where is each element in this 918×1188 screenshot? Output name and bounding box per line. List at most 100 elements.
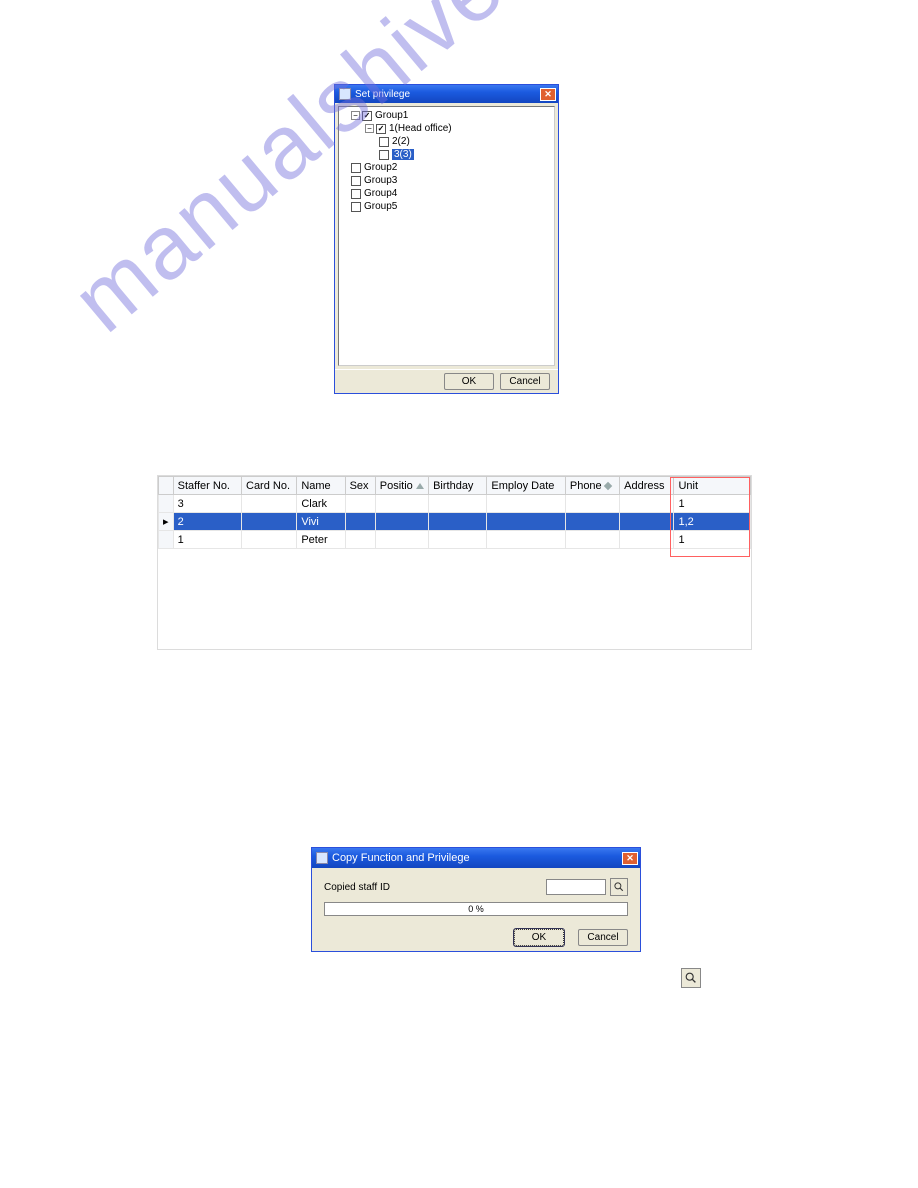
lookup-button[interactable] — [610, 878, 628, 896]
progress-bar: 0 % — [324, 902, 628, 916]
col-name[interactable]: Name — [297, 477, 345, 495]
cell-unit: 1 — [674, 495, 751, 513]
tree-label: Group3 — [364, 175, 397, 186]
col-unit[interactable]: Unit — [674, 477, 751, 495]
window-icon — [339, 88, 351, 100]
tree-label: 2(2) — [392, 136, 410, 147]
table-header-row: Staffer No. Card No. Name Sex Positio Bi… — [159, 477, 751, 495]
cell-birthday — [429, 531, 487, 549]
cell-position — [375, 495, 428, 513]
dialog-footer: OK Cancel — [335, 369, 558, 393]
ok-button[interactable]: OK — [444, 373, 494, 390]
row-indicator — [159, 495, 174, 513]
staff-table[interactable]: Staffer No. Card No. Name Sex Positio Bi… — [158, 476, 751, 549]
search-icon — [613, 881, 625, 893]
checkbox[interactable] — [379, 137, 389, 147]
cell-address — [620, 513, 674, 531]
staff-table-container: Staffer No. Card No. Name Sex Positio Bi… — [157, 475, 752, 650]
checkbox[interactable] — [376, 124, 386, 134]
progress-text: 0 % — [468, 904, 484, 914]
checkbox[interactable] — [351, 189, 361, 199]
row-indicator — [159, 531, 174, 549]
tree-node-group4[interactable]: Group4 — [341, 187, 552, 200]
tree-node-headoffice[interactable]: − 1(Head office) — [341, 122, 552, 135]
col-employ[interactable]: Employ Date — [487, 477, 565, 495]
cell-phone — [565, 495, 619, 513]
ok-button[interactable]: OK — [514, 929, 564, 946]
col-phone[interactable]: Phone — [565, 477, 619, 495]
staff-id-input[interactable] — [546, 879, 606, 895]
cell-sex — [345, 513, 375, 531]
tree-node-item2[interactable]: 2(2) — [341, 135, 552, 148]
dialog-body: − Group1 − 1(Head office) 2(2) 3(3) Grou… — [335, 103, 558, 369]
cell-staffer: 2 — [173, 513, 241, 531]
tree-node-group1[interactable]: − Group1 — [341, 109, 552, 122]
copy-function-dialog: Copy Function and Privilege ✕ Copied sta… — [311, 847, 641, 952]
col-birthday[interactable]: Birthday — [429, 477, 487, 495]
col-address[interactable]: Address — [620, 477, 674, 495]
cell-staffer: 1 — [173, 531, 241, 549]
checkbox[interactable] — [351, 202, 361, 212]
cell-position — [375, 513, 428, 531]
close-icon[interactable]: ✕ — [540, 88, 556, 101]
col-card[interactable]: Card No. — [242, 477, 297, 495]
cell-employ — [487, 495, 565, 513]
cell-unit: 1 — [674, 531, 751, 549]
cell-sex — [345, 495, 375, 513]
tree-node-group5[interactable]: Group5 — [341, 200, 552, 213]
cell-card — [242, 531, 297, 549]
table-row[interactable]: ▸ 2 Vivi 1,2 — [159, 513, 751, 531]
cell-birthday — [429, 495, 487, 513]
cancel-button[interactable]: Cancel — [578, 929, 628, 946]
checkbox[interactable] — [379, 150, 389, 160]
col-position[interactable]: Positio — [375, 477, 428, 495]
tree-label: 1(Head office) — [389, 123, 452, 134]
dialog-titlebar[interactable]: Set privilege ✕ — [335, 85, 558, 103]
tree-label: 3(3) — [392, 149, 414, 160]
dialog-footer: OK Cancel — [312, 923, 640, 951]
collapse-icon[interactable]: − — [351, 111, 360, 120]
staff-id-label: Copied staff ID — [324, 882, 546, 893]
window-icon — [316, 852, 328, 864]
staff-id-row: Copied staff ID — [324, 878, 628, 896]
tree-node-group3[interactable]: Group3 — [341, 174, 552, 187]
cell-phone — [565, 513, 619, 531]
cell-name: Peter — [297, 531, 345, 549]
tree-label: Group5 — [364, 201, 397, 212]
collapse-icon[interactable]: − — [365, 124, 374, 133]
cell-unit: 1,2 — [674, 513, 751, 531]
cell-name: Clark — [297, 495, 345, 513]
lookup-button-standalone[interactable] — [681, 968, 701, 988]
cell-card — [242, 495, 297, 513]
checkbox[interactable] — [362, 111, 372, 121]
col-staffer[interactable]: Staffer No. — [173, 477, 241, 495]
checkbox[interactable] — [351, 176, 361, 186]
dialog-title: Copy Function and Privilege — [332, 852, 622, 864]
cell-birthday — [429, 513, 487, 531]
cell-address — [620, 531, 674, 549]
close-icon[interactable]: ✕ — [622, 852, 638, 865]
set-privilege-dialog: Set privilege ✕ − Group1 − 1(Head office… — [334, 84, 559, 394]
cell-card — [242, 513, 297, 531]
checkbox[interactable] — [351, 163, 361, 173]
tree-label: Group2 — [364, 162, 397, 173]
tree-label: Group4 — [364, 188, 397, 199]
cell-address — [620, 495, 674, 513]
tree-node-item3[interactable]: 3(3) — [341, 148, 552, 161]
dialog-titlebar[interactable]: Copy Function and Privilege ✕ — [312, 848, 640, 868]
table-row[interactable]: 1 Peter 1 — [159, 531, 751, 549]
privilege-tree[interactable]: − Group1 − 1(Head office) 2(2) 3(3) Grou… — [338, 106, 555, 366]
table-row[interactable]: 3 Clark 1 — [159, 495, 751, 513]
row-header-blank — [159, 477, 174, 495]
dialog-title: Set privilege — [355, 89, 540, 100]
col-sex[interactable]: Sex — [345, 477, 375, 495]
cell-staffer: 3 — [173, 495, 241, 513]
cell-position — [375, 531, 428, 549]
cell-employ — [487, 531, 565, 549]
cell-employ — [487, 513, 565, 531]
dialog-body: Copied staff ID 0 % — [312, 868, 640, 923]
tree-label: Group1 — [375, 110, 408, 121]
row-indicator: ▸ — [159, 513, 174, 531]
cancel-button[interactable]: Cancel — [500, 373, 550, 390]
tree-node-group2[interactable]: Group2 — [341, 161, 552, 174]
